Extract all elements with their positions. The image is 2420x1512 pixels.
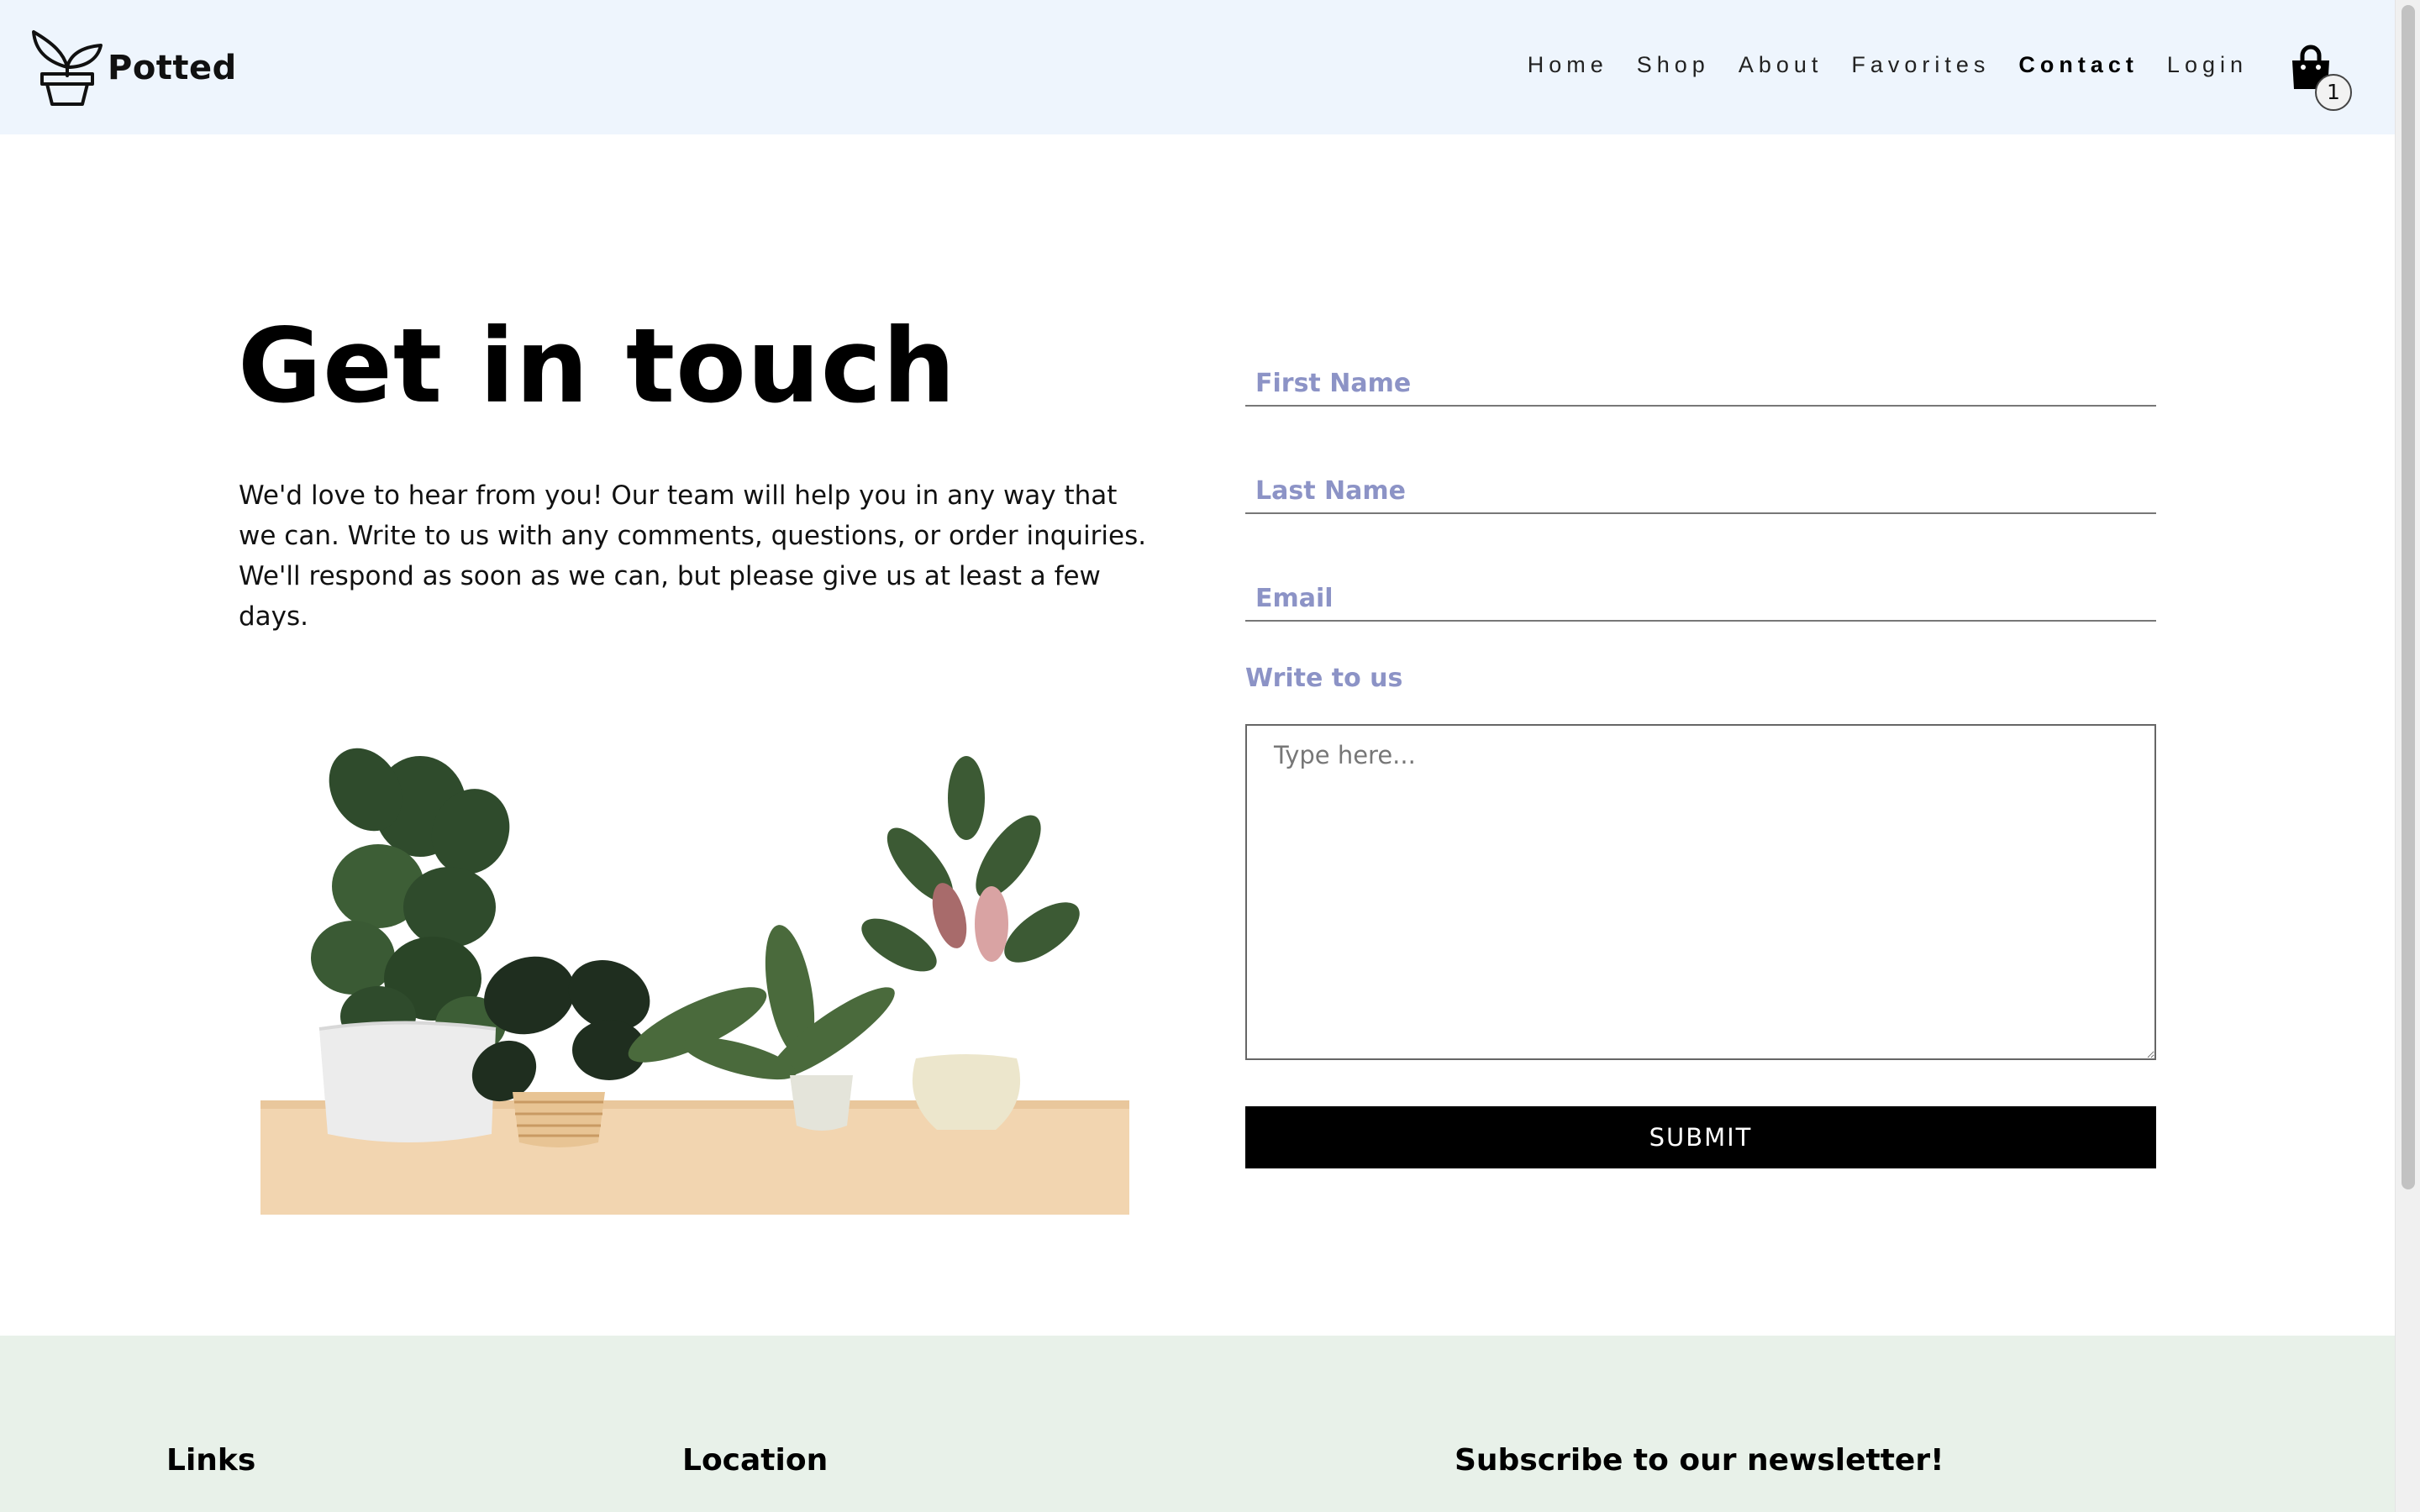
plants-illustration	[260, 748, 1129, 1215]
last-name-field	[1245, 454, 2156, 514]
last-name-input[interactable]	[1245, 454, 2156, 512]
footer-links-heading: Links	[166, 1443, 256, 1478]
message-label: Write to us	[1245, 664, 1403, 693]
footer-newsletter-heading: Subscribe to our newsletter!	[1455, 1443, 1944, 1478]
brand-logo[interactable]: Potted	[30, 29, 237, 108]
cart-count-badge: 1	[2315, 74, 2352, 111]
nav-favorites[interactable]: Favorites	[1851, 52, 1990, 78]
nav-home[interactable]: Home	[1528, 52, 1608, 78]
first-name-input[interactable]	[1245, 346, 2156, 405]
message-textarea[interactable]	[1247, 726, 2154, 1058]
brand-name: Potted	[108, 49, 237, 87]
nav-login[interactable]: Login	[2167, 52, 2248, 78]
site-header: Potted Home Shop About Favorites Contact…	[0, 0, 2395, 134]
submit-button[interactable]: SUBMIT	[1245, 1106, 2156, 1168]
intro-text: We'd love to hear from you! Our team wil…	[239, 480, 1147, 632]
nav-contact[interactable]: Contact	[2018, 52, 2139, 78]
email-field	[1245, 561, 2156, 622]
scrollbar-thumb[interactable]	[2402, 5, 2415, 1189]
nav-about[interactable]: About	[1739, 52, 1823, 78]
first-name-field	[1245, 346, 2156, 407]
message-field	[1245, 724, 2156, 1060]
site-footer	[0, 1336, 2395, 1512]
footer-location-heading: Location	[682, 1443, 829, 1478]
page-title: Get in touch	[238, 307, 956, 426]
potted-plant-icon	[32, 30, 103, 106]
page-scrollbar[interactable]	[2395, 0, 2420, 1512]
nav-shop[interactable]: Shop	[1637, 52, 1710, 78]
main-nav: Home Shop About Favorites Contact Login	[1499, 52, 2248, 78]
email-input[interactable]	[1245, 561, 2156, 620]
cart-button[interactable]: 1	[2287, 44, 2352, 111]
